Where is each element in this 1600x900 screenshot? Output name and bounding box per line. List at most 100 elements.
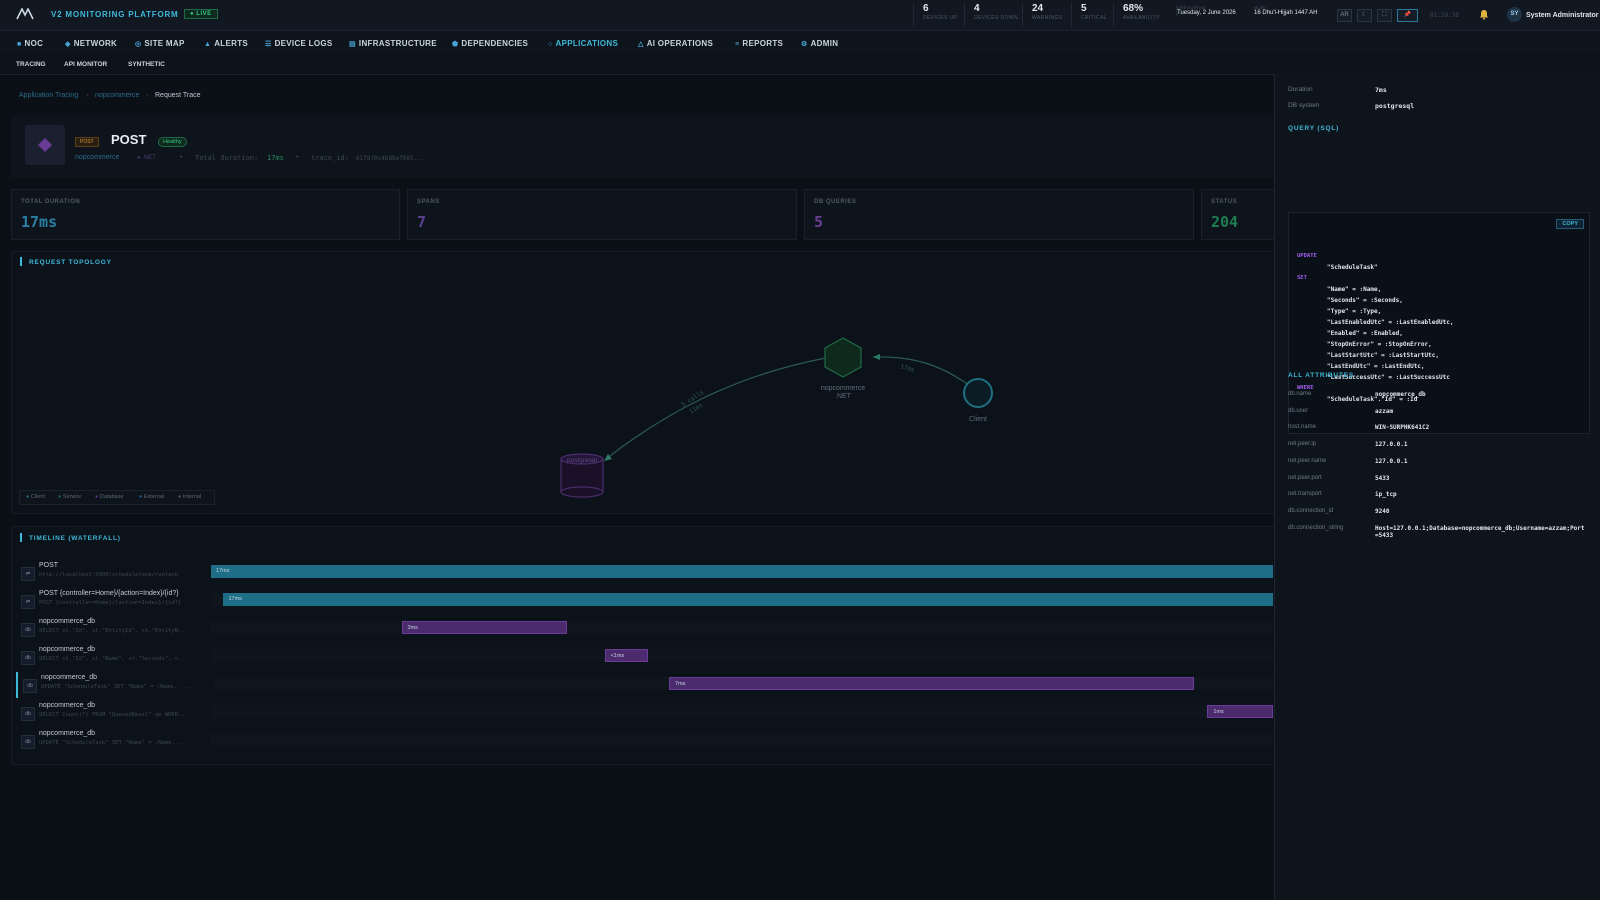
- live-badge: ● LIVE: [184, 9, 218, 19]
- method-badge: POST: [75, 137, 99, 147]
- nav-item-device-logs[interactable]: ☰ DEVICE LOGS: [265, 39, 333, 48]
- sql-text: "StopOnError" = :StopOnError,: [1327, 341, 1432, 348]
- span-bar[interactable]: 3ms: [401, 621, 568, 634]
- metric-label: STATUS: [1211, 199, 1238, 205]
- bell-icon[interactable]: [1479, 9, 1489, 20]
- stat-label: CRITICAL: [1081, 15, 1107, 21]
- language-button[interactable]: AR: [1337, 9, 1352, 22]
- attribute-value: 127.0.0.1: [1375, 457, 1408, 465]
- tab-synthetic[interactable]: SYNTHETIC: [128, 61, 165, 68]
- span-bar[interactable]: 17ms: [223, 593, 1273, 606]
- stat-value: 68%: [1123, 3, 1144, 14]
- span-track: 17ms: [211, 565, 1273, 578]
- span-bar[interactable]: 1ms: [1207, 705, 1273, 718]
- sql-query-box[interactable]: COPY UPDATE "ScheduleTask" SET "Name" = :Na…: [1288, 212, 1590, 434]
- service-node-icon[interactable]: [824, 337, 862, 378]
- stat-availability[interactable]: 68% AVAILABILITY: [1113, 3, 1163, 27]
- trace-id-value[interactable]: 61f870c4b8bef665...: [356, 155, 425, 162]
- waterfall-row[interactable]: ⇄ POST {controller=Home}/{action=Index}/{…: [16, 588, 1273, 614]
- span-type-icon: db: [21, 707, 35, 721]
- nav-item-network[interactable]: ◆ NETWORK: [65, 39, 117, 48]
- span-name: nopcommerce_db: [39, 702, 96, 709]
- metric-total-duration: TOTAL DURATION 17ms: [11, 189, 400, 240]
- map-pin-icon: ◎: [135, 41, 142, 48]
- waterfall-row[interactable]: db nopcommerce_db UPDATE "ScheduleTask" SE…: [16, 672, 1275, 698]
- nav-item-ai-operations[interactable]: △ AI OPERATIONS: [638, 39, 713, 48]
- pin-icon[interactable]: 📌: [1397, 9, 1418, 22]
- legend-label: External: [143, 494, 165, 500]
- tab-api-monitor[interactable]: API MONITOR: [64, 61, 107, 68]
- span-bar[interactable]: <1ms: [604, 649, 649, 662]
- avatar[interactable]: SY: [1507, 7, 1522, 22]
- breadcrumb-application-tracing[interactable]: Application Tracing: [19, 92, 78, 99]
- span-name: nopcommerce_db: [39, 618, 96, 625]
- stat-devices-down[interactable]: 4 DEVICES DOWN: [964, 3, 1020, 27]
- span-type-icon: ⇄: [21, 595, 35, 609]
- metric-db-queries: DB QUERIES 5: [804, 189, 1194, 240]
- span-type-icon: ⇄: [21, 567, 35, 581]
- attribute-key: db.connection_string: [1288, 524, 1344, 531]
- tab-tracing[interactable]: TRACING: [16, 61, 46, 68]
- waterfall-row[interactable]: db nopcommerce_db SELECT Count(*) FROM "Qu…: [16, 700, 1273, 726]
- method-icon: [25, 125, 65, 165]
- span-name: POST {controller=Home}/{action=Index}/{i…: [39, 590, 179, 597]
- fullscreen-icon[interactable]: ⛶: [1377, 9, 1392, 22]
- duration-label: Total duration:: [195, 154, 259, 162]
- service-link[interactable]: nopcommerce: [75, 154, 119, 161]
- nav-item-admin[interactable]: ⚙ ADMIN: [801, 39, 838, 48]
- database-node-label: postgresql: [567, 457, 598, 464]
- client-node-icon[interactable]: [963, 378, 993, 408]
- waterfall-row[interactable]: db nopcommerce_db UPDATE "ScheduleTask" SE…: [16, 728, 1273, 754]
- gear-icon: ⚙: [801, 41, 808, 48]
- runtime-tag: ● .NET: [137, 155, 156, 161]
- user-name[interactable]: System Administrator: [1526, 12, 1598, 19]
- span-detail: POST {controller=Home}/{action=Index}/{i…: [39, 600, 182, 606]
- legend-label: Client: [30, 494, 45, 500]
- nav-item-dependencies[interactable]: ⬟ DEPENDENCIES: [452, 39, 528, 48]
- square-icon: ■: [17, 41, 22, 48]
- breadcrumb-nopcommerce[interactable]: nopcommerce: [95, 92, 139, 99]
- span-track: 1ms: [211, 705, 1273, 718]
- nav-label: INFRASTRUCTURE: [358, 39, 437, 48]
- attribute-key: net.peer.name: [1288, 457, 1327, 464]
- stat-devices-up[interactable]: 6 DEVICES UP: [913, 3, 965, 27]
- attributes-title: ALL ATTRIBUTES: [1288, 372, 1354, 379]
- nav-item-applications[interactable]: ○ APPLICATIONS: [548, 39, 618, 48]
- nav-item-infrastructure[interactable]: ▤ INFRASTRUCTURE: [349, 39, 437, 48]
- span-bar-label: 1ms: [1213, 709, 1224, 715]
- triangle-icon: △: [638, 41, 644, 48]
- span-bar-label: 3ms: [407, 625, 418, 631]
- span-detail: SELECT Count(*) FROM "QueuedEmail" qe WH…: [39, 712, 189, 718]
- waterfall-row[interactable]: db nopcommerce_db SELECT st."Id", st."Name…: [16, 644, 1273, 670]
- attribute-value: ip_tcp: [1375, 491, 1397, 499]
- client-node-label: Client: [969, 416, 987, 423]
- span-detail: http://localhost:5000/scheduletask/runta…: [39, 572, 179, 578]
- meta-separator: •: [296, 154, 299, 161]
- attribute-key: db.name: [1288, 391, 1312, 397]
- span-bar[interactable]: 7ms: [669, 677, 1194, 690]
- stat-label: DEVICES UP: [923, 15, 958, 21]
- waterfall-row[interactable]: ⇄ POST http://localhost:5000/scheduletask/…: [16, 560, 1273, 586]
- copy-button[interactable]: COPY: [1556, 219, 1584, 229]
- attribute-value: Host=127.0.0.1;Database=nopcommerce_db;U…: [1375, 524, 1585, 539]
- topology-graph[interactable]: 17ms 5 calls 11ms nopcommerce .NET Clien…: [11, 251, 1273, 512]
- nav-label: NOC: [24, 39, 44, 48]
- theme-toggle-icon[interactable]: ☾: [1357, 9, 1372, 22]
- legend-client: ● Client: [26, 494, 45, 500]
- nav-item-noc[interactable]: ■ NOC: [17, 39, 43, 48]
- section-accent: [20, 533, 22, 542]
- pentagon-icon: ⬟: [452, 41, 459, 48]
- diamond-icon: [38, 138, 52, 152]
- stat-warnings[interactable]: 24 WARNINGS: [1022, 3, 1068, 27]
- span-name: nopcommerce_db: [41, 674, 98, 681]
- attribute-key: net.transport: [1288, 491, 1322, 498]
- nav-item-site-map[interactable]: ◎ SITE MAP: [135, 39, 185, 48]
- brand-title: V2 MONITORING PLATFORM: [51, 10, 179, 19]
- nav-item-reports[interactable]: ≡ REPORTS: [735, 39, 783, 48]
- stat-critical[interactable]: 5 CRITICAL: [1071, 3, 1111, 27]
- nav-item-alerts[interactable]: ▲ ALERTS: [204, 39, 248, 48]
- span-bar[interactable]: 17ms: [211, 565, 1273, 578]
- logo-icon: [16, 8, 34, 20]
- waterfall-row[interactable]: db nopcommerce_db SELECT st."Id", st."Enti…: [16, 616, 1273, 642]
- section-title: TIMELINE (WATERFALL): [29, 535, 121, 542]
